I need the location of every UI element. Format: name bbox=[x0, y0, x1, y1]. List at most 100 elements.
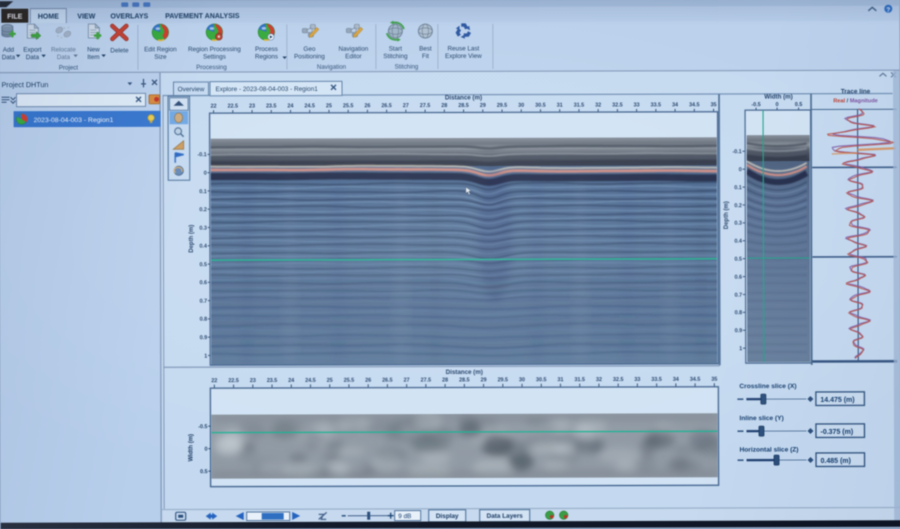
svg-text:35: 35 bbox=[711, 102, 717, 108]
svg-text:0: 0 bbox=[205, 447, 208, 453]
svg-text:Export: Export bbox=[23, 47, 41, 54]
svg-text:Fit: Fit bbox=[422, 53, 429, 60]
svg-text:Horizontal slice (Z): Horizontal slice (Z) bbox=[740, 447, 799, 454]
svg-text:0: 0 bbox=[204, 171, 207, 177]
svg-text:26: 26 bbox=[365, 378, 371, 384]
svg-text:Positioning: Positioning bbox=[294, 53, 325, 60]
svg-text:30.5: 30.5 bbox=[535, 103, 546, 109]
svg-text:22: 22 bbox=[211, 104, 217, 110]
svg-text:24.5: 24.5 bbox=[304, 103, 315, 109]
svg-text:Project DHTun: Project DHTun bbox=[1, 80, 48, 89]
svg-text:28.5: 28.5 bbox=[458, 103, 469, 109]
svg-text:Real / Magnitude: Real / Magnitude bbox=[833, 98, 877, 104]
svg-text:0.4: 0.4 bbox=[734, 239, 742, 245]
svg-text:31.5: 31.5 bbox=[574, 103, 585, 109]
svg-text:27: 27 bbox=[404, 378, 410, 384]
svg-text:0: 0 bbox=[739, 167, 742, 173]
svg-text:New: New bbox=[87, 46, 100, 53]
svg-text:-0.375 (m): -0.375 (m) bbox=[820, 429, 853, 436]
svg-text:31.5: 31.5 bbox=[574, 377, 585, 383]
svg-text:33.5: 33.5 bbox=[651, 377, 662, 383]
svg-text:Stitching: Stitching bbox=[395, 64, 419, 71]
svg-text:0.5: 0.5 bbox=[795, 102, 803, 108]
svg-text:Inline slice (Y): Inline slice (Y) bbox=[739, 415, 783, 422]
svg-text:Processing: Processing bbox=[196, 64, 227, 71]
svg-text:23.5: 23.5 bbox=[266, 103, 277, 109]
svg-text:Crossline slice (X): Crossline slice (X) bbox=[739, 383, 796, 390]
svg-text:9 dB: 9 dB bbox=[398, 513, 411, 520]
svg-text:VIEW: VIEW bbox=[77, 13, 95, 20]
svg-text:28: 28 bbox=[441, 103, 447, 109]
svg-text:34: 34 bbox=[673, 377, 679, 383]
svg-text:28: 28 bbox=[442, 378, 448, 384]
svg-text:Stitching: Stitching bbox=[383, 53, 408, 60]
svg-text:HOME: HOME bbox=[38, 14, 59, 21]
svg-text:2023-08-04-003 - Region1: 2023-08-04-003 - Region1 bbox=[34, 117, 114, 124]
svg-text:Delete: Delete bbox=[110, 47, 129, 54]
svg-text:Explore - 2023-08-04-003 - Reg: Explore - 2023-08-04-003 - Region1 bbox=[216, 86, 319, 93]
svg-text:0.7: 0.7 bbox=[735, 292, 743, 298]
svg-text:0.1: 0.1 bbox=[734, 185, 742, 191]
svg-text:Item: Item bbox=[87, 54, 99, 61]
svg-text:26.5: 26.5 bbox=[382, 378, 393, 384]
svg-text:1: 1 bbox=[739, 346, 742, 352]
svg-text:22.5: 22.5 bbox=[228, 378, 239, 384]
svg-text:Edit Region: Edit Region bbox=[144, 46, 177, 53]
svg-text:Data: Data bbox=[26, 54, 40, 61]
svg-text:34: 34 bbox=[672, 102, 678, 108]
svg-text:0.6: 0.6 bbox=[735, 275, 743, 281]
svg-text:0.8: 0.8 bbox=[735, 310, 743, 316]
svg-text:Relocate: Relocate bbox=[51, 47, 76, 54]
svg-text:27.5: 27.5 bbox=[420, 103, 431, 109]
svg-text:Reuse Last: Reuse Last bbox=[447, 45, 479, 52]
svg-text:Width (m): Width (m) bbox=[764, 94, 792, 101]
svg-text:32: 32 bbox=[596, 377, 602, 383]
svg-text:-0.1: -0.1 bbox=[732, 149, 741, 155]
svg-text:Settings: Settings bbox=[203, 54, 226, 61]
svg-text:Distance (m): Distance (m) bbox=[446, 369, 483, 376]
svg-text:0.6: 0.6 bbox=[200, 280, 208, 286]
svg-text:0.2: 0.2 bbox=[734, 203, 742, 209]
svg-text:30: 30 bbox=[519, 377, 525, 383]
svg-text:Best: Best bbox=[419, 46, 432, 53]
svg-text:33: 33 bbox=[634, 377, 640, 383]
svg-text:-0.5: -0.5 bbox=[198, 424, 207, 430]
svg-text:PAVEMENT ANALYSIS: PAVEMENT ANALYSIS bbox=[165, 13, 240, 20]
svg-text:34.5: 34.5 bbox=[690, 377, 701, 383]
svg-text:31: 31 bbox=[557, 377, 563, 383]
svg-text:22.5: 22.5 bbox=[228, 104, 239, 110]
svg-text:0.8: 0.8 bbox=[200, 317, 208, 323]
svg-text:25: 25 bbox=[327, 378, 333, 384]
svg-text:24: 24 bbox=[287, 103, 293, 109]
svg-text:26: 26 bbox=[364, 103, 370, 109]
svg-text:0.9: 0.9 bbox=[735, 328, 743, 334]
svg-text:0.9: 0.9 bbox=[200, 335, 208, 341]
svg-text:Overview: Overview bbox=[178, 86, 205, 93]
svg-text:23.5: 23.5 bbox=[267, 378, 278, 384]
svg-text:0.5: 0.5 bbox=[734, 257, 742, 263]
svg-text:Add: Add bbox=[3, 47, 15, 54]
svg-text:Depth (m): Depth (m) bbox=[189, 225, 195, 253]
svg-text:33.5: 33.5 bbox=[651, 102, 662, 108]
svg-text:0.2: 0.2 bbox=[199, 207, 207, 213]
svg-text:0.485 (m): 0.485 (m) bbox=[821, 458, 851, 465]
svg-text:27: 27 bbox=[403, 103, 409, 109]
svg-text:1: 1 bbox=[204, 353, 207, 359]
svg-text:Display: Display bbox=[436, 513, 459, 520]
svg-text:0.1: 0.1 bbox=[199, 189, 207, 195]
svg-text:?: ? bbox=[886, 7, 890, 14]
svg-text:27.5: 27.5 bbox=[421, 378, 432, 384]
svg-text:23: 23 bbox=[250, 378, 256, 384]
svg-text:22: 22 bbox=[211, 378, 217, 384]
svg-text:32: 32 bbox=[595, 103, 601, 109]
svg-text:FILE: FILE bbox=[7, 14, 23, 21]
svg-text:32.5: 32.5 bbox=[612, 103, 623, 109]
svg-text:-0.1: -0.1 bbox=[197, 152, 206, 158]
svg-text:Data: Data bbox=[2, 54, 16, 61]
svg-text:14.475 (m): 14.475 (m) bbox=[820, 397, 854, 404]
svg-text:Geo: Geo bbox=[303, 46, 315, 53]
svg-text:OVERLAYS: OVERLAYS bbox=[110, 13, 148, 20]
svg-text:0.5: 0.5 bbox=[199, 262, 207, 268]
svg-text:Editor: Editor bbox=[345, 53, 361, 60]
svg-text:35: 35 bbox=[711, 377, 717, 383]
